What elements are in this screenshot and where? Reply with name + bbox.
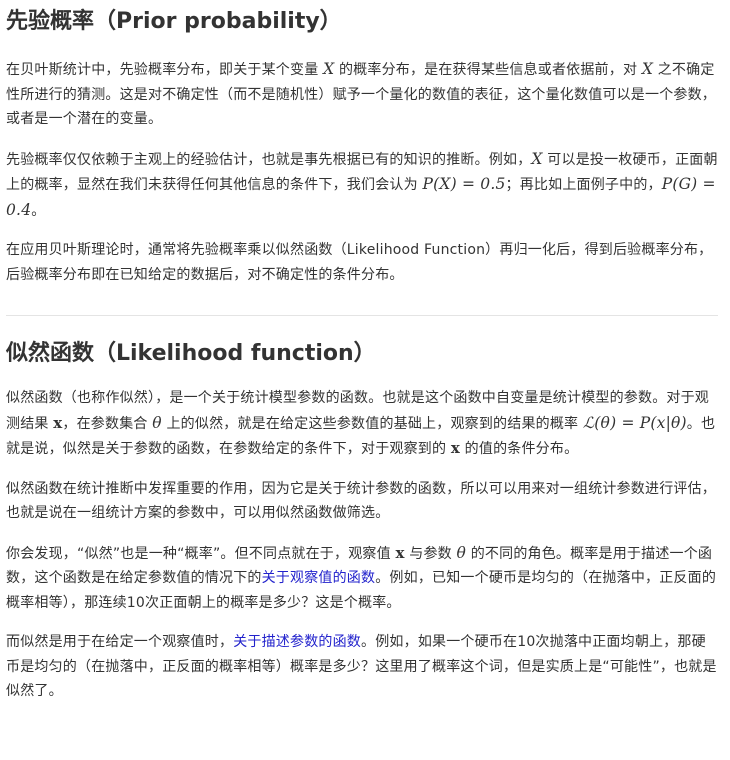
article: 先验概率（Prior probability） 在贝叶斯统计中，先验概率分布，即… (0, 0, 730, 760)
text: 而似然是用于在给定一个观察值时， (6, 634, 234, 650)
math-formula: ℒ(θ) = P(x|θ) (582, 413, 687, 432)
text: 。 (31, 202, 46, 219)
section-divider (6, 315, 718, 316)
paragraph-likelihood-vs-probability: 你会发现，“似然”也是一种“概率”。但不同点就在于，观察值 x 与参数 θ 的不… (6, 541, 718, 616)
link-observation-function[interactable]: 关于观察值的函数 (262, 570, 376, 586)
paragraph-likelihood-definition: 似然函数（也称作似然），是一个关于统计模型参数的函数。也就是这个函数中自变量是统… (6, 386, 718, 462)
text: ；再比如上面例子中的， (505, 177, 662, 193)
link-parameter-function[interactable]: 关于描述参数的函数 (233, 634, 361, 650)
math-var: x (395, 543, 405, 562)
text: 的值的条件分布。 (460, 441, 579, 457)
text: 你会发现，“似然”也是一种“概率”。但不同点就在于，观察值 (6, 545, 396, 562)
math-var: X (641, 60, 654, 78)
paragraph-prior-definition: 在贝叶斯统计中，先验概率分布，即关于某个变量 X 的概率分布，是在获得某些信息或… (6, 57, 718, 132)
text: 先验概率仅仅依赖于主观上的经验估计，也就是事先根据已有的知识的推断。例如， (6, 151, 532, 168)
section-title-likelihood: 似然函数（Likelihood function） (6, 341, 376, 366)
text: 的概率分布，是在获得某些信息或者依据前，对 (334, 62, 642, 78)
math-var: X (531, 149, 543, 168)
section-title-prior: 先验概率（Prior probability） (6, 9, 342, 34)
text: 在贝叶斯统计中，先验概率分布，即关于某个变量 (6, 62, 324, 78)
math-var: θ (456, 543, 467, 562)
paragraph-prior-bayes: 在应用贝叶斯理论时，通常将先验概率乘以似然函数（Likelihood Funct… (6, 242, 713, 283)
paragraph-likelihood-example: 而似然是用于在给定一个观察值时，关于描述参数的函数。例如，如果一个硬币在10次抛… (6, 630, 718, 704)
text: 上的似然，就是在给定这些参数值的基础上，观察到的结果的概率 (161, 415, 583, 432)
paragraph-prior-example: 先验概率仅仅依赖于主观上的经验估计，也就是事先根据已有的知识的推断。例如，X 可… (6, 147, 718, 224)
math-formula: P(X) = 0.5 (422, 175, 506, 193)
text: 与参数 (404, 545, 457, 562)
math-var: θ (152, 413, 162, 432)
paragraph-likelihood-role: 似然函数在统计推断中发挥重要的作用，因为它是关于统计参数的函数，所以可以用来对一… (6, 480, 716, 522)
text: ，在参数集合 (62, 415, 153, 432)
math-var: X (323, 60, 335, 78)
math-var: x (450, 439, 461, 457)
